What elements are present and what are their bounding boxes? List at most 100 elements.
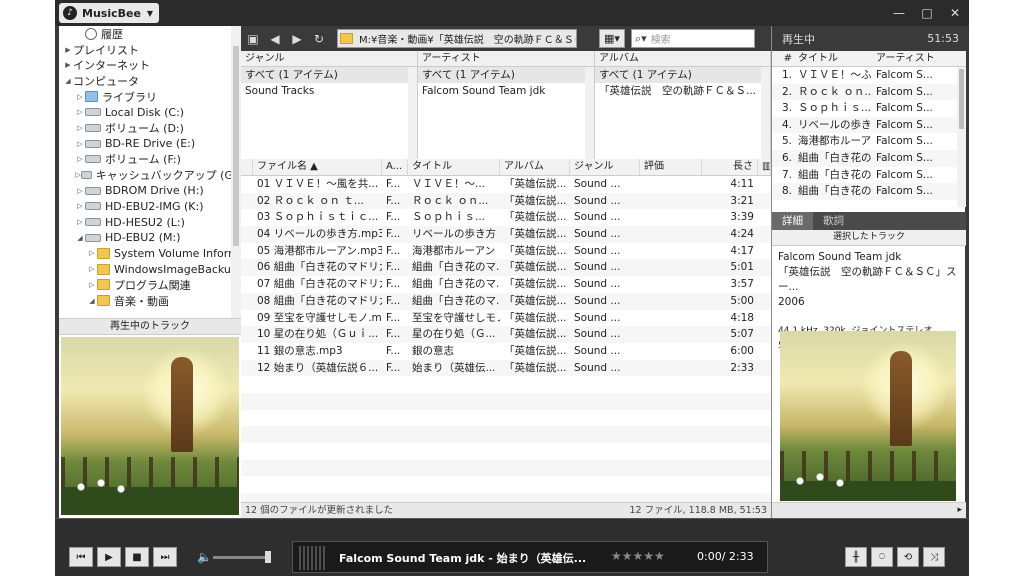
play-button[interactable]: ▶ [97, 547, 121, 567]
expand-arrow-icon[interactable]: ▷ [75, 108, 85, 116]
expand-arrow-icon[interactable]: ▷ [75, 124, 85, 132]
expand-arrow-icon[interactable]: ▷ [75, 93, 85, 101]
minimize-button[interactable]: — [885, 0, 913, 26]
table-row[interactable]: 03 Ｓｏｐｈｉｓｔｉｃ... F... Ｓｏｐｈｉｓ... 「英雄伝説... Soun… [241, 209, 771, 226]
list-item[interactable]: 8. 組曲「白き花の... Falcom S... [772, 183, 966, 200]
expand-arrow-icon[interactable]: ▷ [87, 281, 97, 289]
expand-arrow-icon[interactable]: ▷ [75, 155, 85, 163]
table-row[interactable]: 08 組曲「白き花のマドリガ... F... 組曲「白き花のマ... 「英雄伝説...… [241, 292, 771, 310]
col-number[interactable]: # [772, 51, 798, 66]
volume-icon[interactable]: 🔈 [197, 550, 212, 564]
artist-item[interactable]: すべて (1 アイテム) [418, 67, 594, 83]
table-row[interactable]: 05 海港都市ルーアン.mp3 F... 海港都市ルーアン 「英雄伝説... Sound… [241, 243, 771, 260]
tree-item[interactable]: ▷ Local Disk (C:) [59, 104, 241, 120]
tree-item[interactable]: ▷ BDROM Drive (H:) [59, 183, 241, 199]
list-item[interactable]: 7. 組曲「白き花の... Falcom S... [772, 167, 966, 184]
tree-item[interactable]: 履歴 [59, 26, 241, 42]
table-row[interactable]: 02 Ｒｏｃｋ ｏｎ ｔ... F... Ｒｏｃｋ ｏｎ... 「英雄伝説... Sou… [241, 192, 771, 210]
column-header[interactable]: アルバム [500, 159, 570, 175]
previous-button[interactable]: ⏮ [69, 547, 93, 567]
tree-scrollbar[interactable] [231, 26, 241, 318]
table-row[interactable]: 01 ＶＩＶＥ！～風を共... F... ＶＩＶＥ！～... 「英雄伝説... Soun… [241, 176, 771, 193]
volume-slider[interactable] [213, 556, 269, 559]
tree-item[interactable]: ▷ キャッシュバックアップ (G:) [59, 167, 241, 183]
artist-header[interactable]: アーティスト [418, 51, 594, 67]
tree-item[interactable]: ▶ インターネット [59, 57, 241, 73]
column-header[interactable]: タイトル [408, 159, 500, 175]
list-item[interactable]: 3. Ｓｏｐｈｉｓ... Falcom S... [772, 100, 966, 117]
list-item[interactable]: 5. 海港都市ルーアン Falcom S... [772, 133, 966, 150]
expand-arrow-icon[interactable]: ▶ [63, 46, 73, 54]
now-playing-display[interactable]: Falcom Sound Team jdk - 始まり（英雄伝... ★★★★★… [292, 541, 768, 573]
expand-arrow-icon[interactable]: ▷ [75, 140, 85, 148]
col-title[interactable]: タイトル [798, 51, 872, 66]
tree-item[interactable]: ▷ ライブラリ [59, 89, 241, 105]
view-layout-button[interactable]: ▦▾ [599, 29, 625, 48]
tree-item[interactable]: ◢ コンピュータ [59, 73, 241, 89]
tree-item[interactable]: ▷ ボリューム (D:) [59, 120, 241, 136]
tree-item[interactable]: ▷ HD-HESU2 (L:) [59, 214, 241, 230]
shuffle-button[interactable]: ⤨ [923, 547, 945, 567]
expand-arrow-icon[interactable]: ▷ [75, 187, 85, 195]
search-input[interactable]: ⌕▾ 検索 [631, 29, 755, 48]
table-row[interactable]: 12 始まり（英雄伝説６... F... 始まり（英雄伝... 「英雄伝説... Sou… [241, 359, 771, 377]
tree-item[interactable]: ▷ プログラム関連 [59, 277, 241, 293]
refresh-icon[interactable]: ↻ [309, 30, 329, 48]
expand-arrow-icon[interactable]: ▷ [87, 265, 97, 273]
expand-arrow-icon[interactable]: ▷ [87, 249, 97, 257]
column-header[interactable]: ジャンル [570, 159, 640, 175]
equalizer-button[interactable]: ╫ [845, 547, 867, 567]
table-row[interactable]: 06 組曲「白き花のマドリガ... F... 組曲「白き花のマ... 「英雄伝説...… [241, 259, 771, 277]
artist-item[interactable]: Falcom Sound Team jdk [418, 83, 594, 99]
forward-arrow-icon[interactable]: ▶ [287, 30, 307, 48]
table-row[interactable]: 10 星の在り処（Ｇｕｉ... F... 星の在り処（Ｇ... 「英雄伝説... Sou… [241, 326, 771, 343]
scrollbar-thumb[interactable] [233, 46, 239, 246]
tree-item[interactable]: ◢ HD-EBU2 (M:) [59, 230, 241, 246]
now-playing-scrollbar[interactable] [957, 67, 966, 207]
tree-item[interactable]: ▷ System Volume Inform [59, 246, 241, 262]
table-row[interactable]: 07 組曲「白き花のマドリガ... F... 組曲「白き花のマ... 「英雄伝説...… [241, 276, 771, 293]
column-chooser-icon[interactable]: ▥ [758, 159, 771, 175]
tree-item[interactable]: ▷ WindowsImageBackup [59, 261, 241, 277]
tree-item[interactable]: ▷ BD-RE Drive (E:) [59, 136, 241, 152]
next-button[interactable]: ⏭ [153, 547, 177, 567]
volume-slider-handle[interactable] [265, 551, 271, 563]
table-row[interactable]: 11 銀の意志.mp3 F... 銀の意志 「英雄伝説... Sound ... 6:00 [241, 343, 771, 360]
expand-arrow-icon[interactable]: ◢ [87, 297, 97, 305]
path-bar[interactable]: M:¥音楽・動画¥「英雄伝説 空の軌跡ＦＣ＆ＳＣ [337, 29, 577, 48]
stop-button[interactable]: ■ [125, 547, 149, 567]
back-arrow-icon[interactable]: ◀ [265, 30, 285, 48]
genre-item[interactable]: Sound Tracks [241, 83, 417, 99]
genre-item[interactable]: すべて (1 アイテム) [241, 67, 417, 83]
close-button[interactable]: ✕ [941, 0, 969, 26]
tree-item[interactable]: ▷ ボリューム (F:) [59, 152, 241, 168]
maximize-button[interactable]: □ [913, 0, 941, 26]
list-item[interactable]: 6. 組曲「白き花の... Falcom S... [772, 149, 966, 167]
table-row[interactable]: 04 リベールの歩き方.mp3 F... リベールの歩き方 「英雄伝説... Sound… [241, 226, 771, 243]
list-item[interactable]: 2. Ｒｏｃｋ ｏｎ... Falcom S... [772, 83, 966, 101]
scrobble-button[interactable]: ⍥ [871, 547, 893, 567]
genre-header[interactable]: ジャンル [241, 51, 417, 67]
tree-item[interactable]: ◢ 音楽・動画 [59, 293, 241, 309]
column-header[interactable]: 評価 [640, 159, 702, 175]
repeat-button[interactable]: ⟲ [897, 547, 919, 567]
expand-arrow-icon[interactable]: ▶ [63, 61, 73, 69]
col-artist[interactable]: アーティスト [872, 51, 948, 66]
expand-arrow-icon[interactable]: ▷ [75, 218, 85, 226]
expand-arrow-icon[interactable]: ◢ [75, 234, 85, 242]
table-row[interactable]: 09 至宝を守護せしモノ.m... F... 至宝を守護せしモノ 「英雄伝説... So… [241, 310, 771, 327]
album-header[interactable]: アルバム [595, 51, 770, 67]
album-item[interactable]: すべて (1 アイテム) [595, 67, 770, 83]
folder-browse-icon[interactable]: ▣ [243, 30, 263, 48]
panel-toggle-icon[interactable]: ▸ [772, 502, 966, 518]
tree-item[interactable]: ▶ プレイリスト [59, 42, 241, 58]
tree-item[interactable]: ▷ HD-EBU2-IMG (K:) [59, 199, 241, 215]
list-item[interactable]: 1. ＶＩＶＥ！～ふ... Falcom S... [772, 67, 966, 84]
tab-lyrics[interactable]: 歌詞 [813, 212, 854, 230]
tab-details[interactable]: 詳細 [772, 212, 813, 230]
expand-arrow-icon[interactable]: ◢ [63, 77, 73, 85]
album-item[interactable]: 「英雄伝説 空の軌跡ＦＣ＆Ｓ... [595, 83, 770, 99]
column-header[interactable]: A... [382, 159, 408, 175]
app-menu-button[interactable]: ♪ MusicBee ▼ [59, 3, 159, 23]
column-header[interactable]: 長さ [702, 159, 758, 175]
